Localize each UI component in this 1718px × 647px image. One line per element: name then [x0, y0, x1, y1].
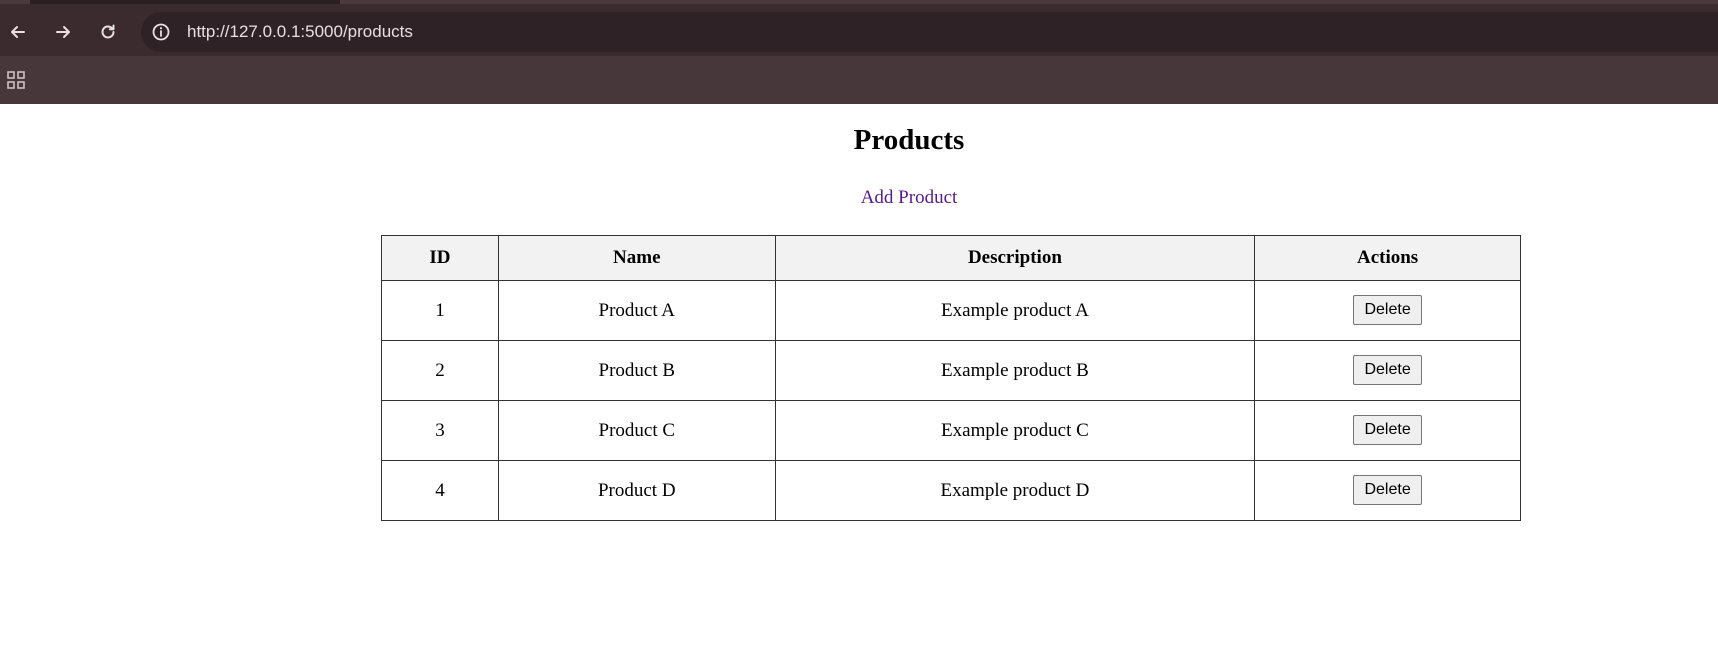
- table-row: 3 Product C Example product C Delete: [381, 400, 1521, 461]
- table-header-row: ID Name Description Actions: [381, 235, 1521, 281]
- page-title: Products: [853, 124, 965, 156]
- cell-actions: Delete: [1254, 460, 1521, 521]
- info-icon: [152, 23, 170, 41]
- cell-actions: Delete: [1254, 280, 1521, 341]
- tab-edge-right: [340, 0, 1718, 4]
- cell-description: Example product C: [774, 400, 1256, 461]
- table-row: 1 Product A Example product A Delete: [381, 280, 1521, 341]
- cell-actions: Delete: [1254, 400, 1521, 461]
- products-table: ID Name Description Actions 1 Product A …: [381, 235, 1521, 521]
- cell-description: Example product D: [774, 460, 1256, 521]
- back-button[interactable]: [6, 20, 30, 44]
- cell-id: 4: [381, 460, 499, 521]
- forward-button[interactable]: [51, 20, 75, 44]
- cell-actions: Delete: [1254, 340, 1521, 401]
- address-bar[interactable]: http://127.0.0.1:5000/products: [141, 12, 1718, 52]
- bookmarks-bar: [0, 56, 1718, 104]
- delete-button[interactable]: Delete: [1353, 414, 1422, 445]
- navigation-bar: http://127.0.0.1:5000/products: [0, 8, 1718, 56]
- cell-name: Product D: [497, 460, 776, 521]
- column-header-id: ID: [381, 235, 499, 281]
- delete-button[interactable]: Delete: [1353, 354, 1422, 385]
- reload-button[interactable]: [96, 20, 120, 44]
- delete-button[interactable]: Delete: [1353, 294, 1422, 325]
- cell-id: 1: [381, 280, 499, 341]
- table-row: 4 Product D Example product D Delete: [381, 460, 1521, 521]
- cell-name: Product C: [497, 400, 776, 461]
- reload-icon: [101, 24, 115, 39]
- column-header-actions: Actions: [1254, 235, 1521, 281]
- page-content: Products Add Product ID Name Description…: [0, 104, 1718, 647]
- url-text[interactable]: http://127.0.0.1:5000/products: [187, 22, 413, 42]
- arrow-right-icon: [56, 26, 70, 38]
- column-header-name: Name: [497, 235, 776, 281]
- arrow-left-icon: [11, 26, 25, 38]
- cell-name: Product B: [497, 340, 776, 401]
- cell-description: Example product B: [774, 340, 1256, 401]
- table-row: 2 Product B Example product B Delete: [381, 340, 1521, 401]
- add-product-link[interactable]: Add Product: [861, 187, 958, 208]
- tab-edge-left: [0, 0, 30, 4]
- cell-name: Product A: [497, 280, 776, 341]
- apps-grid-icon: [7, 71, 25, 89]
- cell-id: 3: [381, 400, 499, 461]
- delete-button[interactable]: Delete: [1353, 474, 1422, 505]
- add-product-link-container: Add Product: [0, 187, 1718, 209]
- browser-toolbar: http://127.0.0.1:5000/products: [0, 0, 1718, 104]
- site-info-button[interactable]: [149, 20, 173, 44]
- column-header-description: Description: [774, 235, 1256, 281]
- cell-description: Example product A: [774, 280, 1256, 341]
- apps-button[interactable]: [4, 68, 28, 92]
- cell-id: 2: [381, 340, 499, 401]
